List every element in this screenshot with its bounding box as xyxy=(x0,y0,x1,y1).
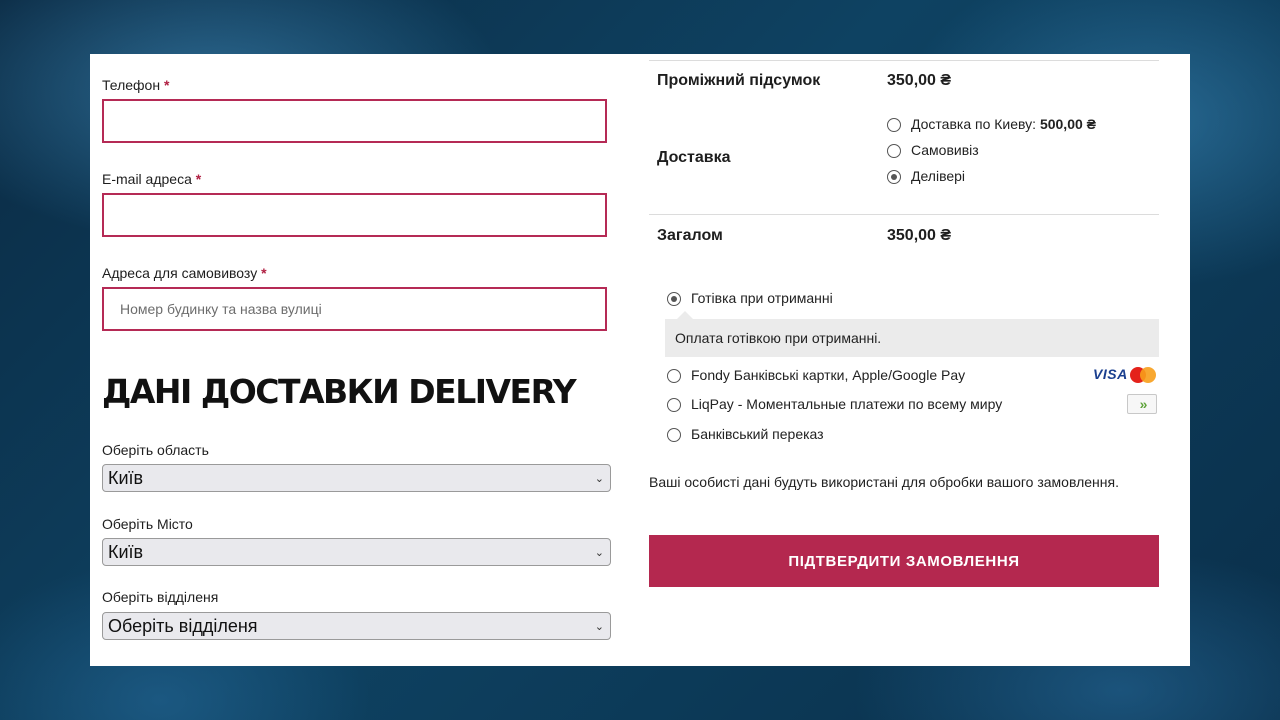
email-label-text: E-mail адреса xyxy=(102,171,192,187)
shipping-option-label: Доставка по Киеву: xyxy=(911,116,1037,132)
subtotal-value: 350,00 ₴ xyxy=(887,72,952,89)
liqpay-logo-icon: » xyxy=(1127,394,1157,414)
shipping-label: Доставка xyxy=(657,149,731,166)
checkout-card: Телефон * E-mail адреса * Адреса для сам… xyxy=(90,54,1190,666)
phone-label-text: Телефон xyxy=(102,77,161,93)
phone-label: Телефон * xyxy=(102,77,169,93)
city-label: Оберіть Місто xyxy=(102,516,193,532)
address-label: Адреса для самовивозу * xyxy=(102,265,267,281)
shipping-option-pickup[interactable]: Самовивіз xyxy=(887,142,979,162)
required-mark: * xyxy=(195,171,202,187)
email-label: E-mail адреса * xyxy=(102,171,201,187)
branch-select[interactable]: Оберіть відділеня ⌄ xyxy=(102,612,611,640)
city-select[interactable]: Київ ⌄ xyxy=(102,538,611,566)
required-mark: * xyxy=(261,265,267,281)
payment-option-label: Fondy Банківські картки, Apple/Google Pa… xyxy=(691,367,966,383)
chevron-down-icon: ⌄ xyxy=(594,621,604,633)
shipping-option-label: Делівері xyxy=(911,168,966,184)
radio-button[interactable] xyxy=(667,398,681,413)
mastercard-logo-icon xyxy=(1140,367,1156,383)
shipping-option-label: Самовивіз xyxy=(911,142,979,158)
chevron-down-icon: ⌄ xyxy=(594,473,604,485)
city-select-value: Київ xyxy=(108,542,144,562)
radio-button[interactable] xyxy=(887,144,901,159)
delivery-section-title: ДАНІ ДОСТАВКИ DELIVERY xyxy=(102,372,577,411)
privacy-notice: Ваші особисті дані будуть використані дл… xyxy=(649,474,1119,490)
required-mark: * xyxy=(163,77,170,93)
phone-input[interactable] xyxy=(102,99,607,143)
radio-button[interactable] xyxy=(667,428,681,443)
shipping-option-delivery[interactable]: Делівері xyxy=(887,168,965,188)
place-order-button[interactable]: ПІДТВЕРДИТИ ЗАМОВЛЕННЯ xyxy=(649,535,1159,587)
address-input[interactable] xyxy=(102,287,607,331)
radio-button-selected[interactable] xyxy=(887,170,901,185)
total-label: Загалом xyxy=(657,227,723,244)
branch-select-value: Оберіть відділеня xyxy=(108,616,258,636)
payment-option-label: Банківський переказ xyxy=(691,426,824,442)
shipping-option-price: 500,00 ₴ xyxy=(1039,116,1097,132)
payment-option-fondy[interactable]: Fondy Банківські картки, Apple/Google Pa… xyxy=(667,367,966,384)
divider xyxy=(649,214,1159,215)
address-label-text: Адреса для самовивозу xyxy=(102,265,258,281)
region-select-value: Київ xyxy=(108,468,144,488)
branch-label: Оберіть відділеня xyxy=(102,589,219,605)
chevron-down-icon: ⌄ xyxy=(594,547,604,559)
payment-option-bank-transfer[interactable]: Банківський переказ xyxy=(667,426,824,443)
payment-option-label: LiqPay - Моментальные платежи по всему м… xyxy=(691,396,1003,412)
divider xyxy=(649,60,1159,61)
total-value: 350,00 ₴ xyxy=(887,227,952,244)
region-select[interactable]: Київ ⌄ xyxy=(102,464,611,492)
visa-logo-icon: VISA xyxy=(1093,366,1128,382)
region-label: Оберіть область xyxy=(102,442,209,458)
payment-description: Оплата готівкою при отриманні. xyxy=(665,311,1159,357)
payment-option-label: Готівка при отриманні xyxy=(691,290,833,306)
payment-option-cash[interactable]: Готівка при отриманні xyxy=(667,290,833,307)
shipping-option-kyiv[interactable]: Доставка по Киеву: 500,00 ₴ xyxy=(887,116,1096,136)
email-input[interactable] xyxy=(102,193,607,237)
radio-button[interactable] xyxy=(887,118,901,133)
radio-button[interactable] xyxy=(667,369,681,384)
radio-button-selected[interactable] xyxy=(667,292,681,307)
payment-option-liqpay[interactable]: LiqPay - Моментальные платежи по всему м… xyxy=(667,396,1003,413)
subtotal-label: Проміжний підсумок xyxy=(657,72,821,89)
